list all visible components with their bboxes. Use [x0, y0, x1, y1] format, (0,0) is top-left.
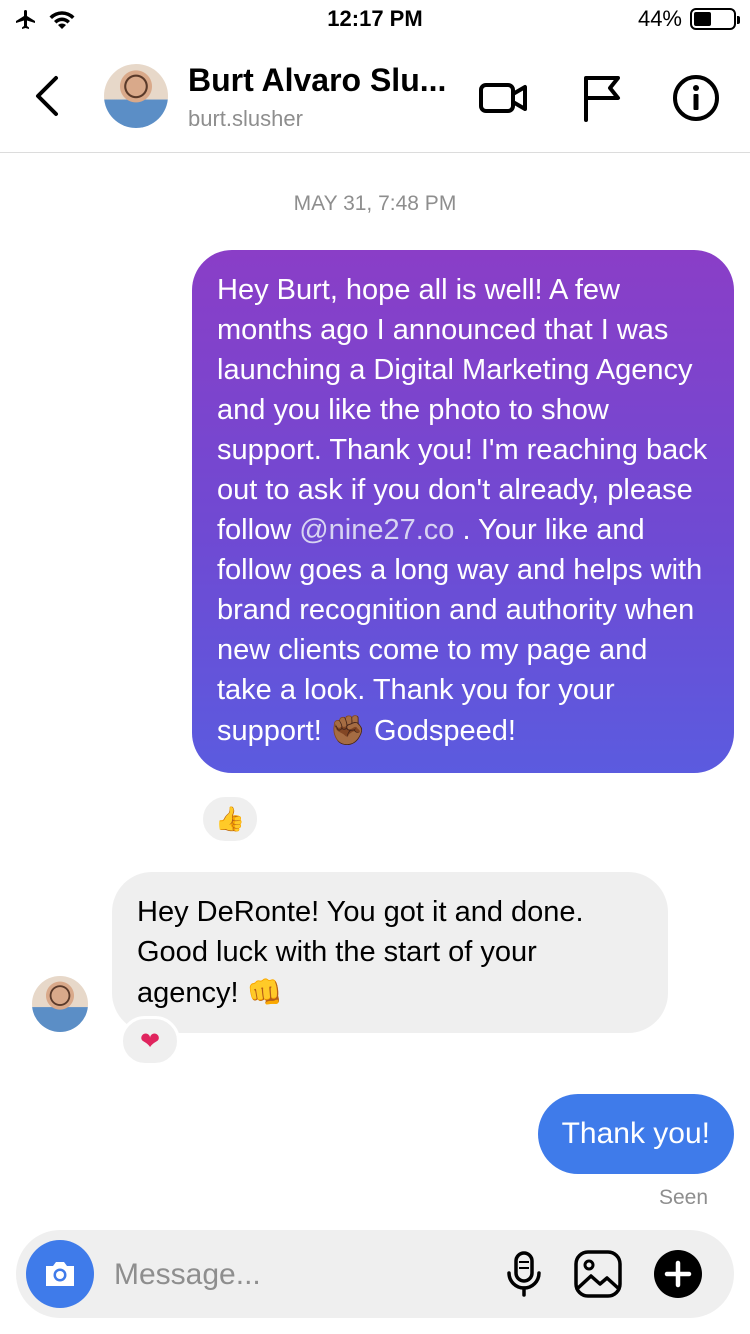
microphone-icon[interactable]: [498, 1248, 550, 1300]
contact-avatar[interactable]: [104, 64, 168, 128]
contact-username[interactable]: burt.slusher: [188, 106, 303, 132]
outgoing-message[interactable]: Hey Burt, hope all is well! A few months…: [192, 250, 734, 773]
camera-button[interactable]: [26, 1240, 94, 1308]
back-chevron-icon[interactable]: [28, 74, 68, 118]
sender-avatar[interactable]: [32, 976, 88, 1032]
plus-icon[interactable]: [652, 1248, 704, 1300]
reply-message[interactable]: Thank you!: [537, 1094, 734, 1174]
battery-icon: [690, 8, 740, 30]
mention-link[interactable]: @nine27.co: [299, 514, 454, 546]
gallery-icon[interactable]: [572, 1248, 624, 1300]
fist-bump-emoji: 👊: [246, 975, 283, 1009]
camera-icon: [46, 1262, 74, 1286]
status-bar: 12:17 PM 44%: [0, 0, 750, 44]
message-text: Hey Burt, hope all is well! A few months…: [217, 274, 708, 546]
message-text: Godspeed!: [365, 715, 516, 747]
video-call-icon[interactable]: [478, 72, 530, 124]
message-composer: [16, 1230, 734, 1318]
heart-reaction[interactable]: ❤: [120, 1016, 180, 1066]
incoming-message[interactable]: Hey DeRonte! You got it and done. Good l…: [112, 872, 668, 1033]
message-text: Hey DeRonte! You got it and done. Good l…: [137, 896, 584, 1009]
info-icon[interactable]: [670, 72, 722, 124]
contact-name[interactable]: Burt Alvaro Slu...: [188, 62, 446, 99]
conversation-header: Burt Alvaro Slu... burt.slusher: [0, 44, 750, 153]
status-right: 44%: [637, 6, 740, 32]
thumbs-up-reaction[interactable]: 👍: [200, 794, 260, 844]
seen-status: Seen: [658, 1186, 708, 1209]
battery-percent: 44%: [637, 6, 682, 31]
message-input[interactable]: [112, 1254, 476, 1296]
raised-fist-emoji: ✊🏾: [329, 713, 366, 747]
flag-icon[interactable]: [576, 72, 628, 124]
message-timestamp: MAY 31, 7:48 PM: [293, 192, 457, 215]
message-text: . Your like and follow goes a long way a…: [217, 514, 703, 747]
